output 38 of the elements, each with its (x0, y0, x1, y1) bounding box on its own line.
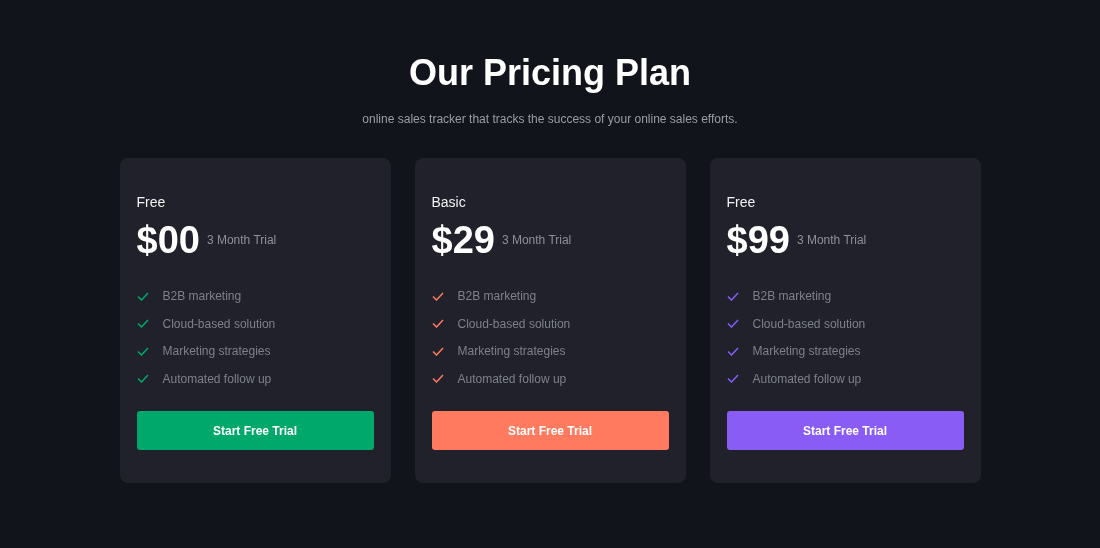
feature-text: Automated follow up (752, 370, 862, 387)
feature-text: Automated follow up (162, 370, 272, 387)
check-icon (136, 319, 149, 329)
feature-text: Automated follow up (457, 370, 567, 387)
check-icon (136, 346, 149, 356)
start-trial-button[interactable]: Start Free Trial (431, 411, 669, 450)
check-icon (431, 291, 444, 301)
plan-name: Free (136, 194, 167, 210)
check-icon (726, 346, 739, 356)
feature-text: Marketing strategies (162, 343, 271, 360)
start-trial-button[interactable]: Start Free Trial (726, 411, 964, 450)
plan-name: Basic (431, 194, 467, 210)
feature-text: Cloud-based solution (162, 315, 276, 332)
page-subtitle: online sales tracker that tracks the success of your online sales efforts. (362, 112, 738, 126)
feature-text: Marketing strategies (457, 343, 566, 360)
feature-text: Cloud-based solution (752, 315, 866, 332)
plan-name: Free (726, 194, 757, 210)
feature-text: B2B marketing (162, 288, 242, 305)
check-icon (726, 291, 739, 301)
feature-text: Marketing strategies (752, 343, 861, 360)
feature-text: B2B marketing (752, 288, 832, 305)
start-trial-button[interactable]: Start Free Trial (136, 411, 374, 450)
check-icon (431, 374, 444, 384)
plan-term: 3 Month Trial (501, 233, 572, 247)
check-icon (136, 374, 149, 384)
plan-price: $99 (726, 218, 790, 262)
check-icon (136, 291, 149, 301)
feature-text: B2B marketing (457, 288, 537, 305)
plan-price: $29 (431, 218, 495, 262)
check-icon (431, 319, 444, 329)
plan-term: 3 Month Trial (206, 233, 277, 247)
check-icon (431, 346, 444, 356)
page-title: Our Pricing Plan (408, 52, 692, 94)
plan-price: $00 (136, 218, 200, 262)
check-icon (726, 374, 739, 384)
feature-text: Cloud-based solution (457, 315, 571, 332)
plan-term: 3 Month Trial (796, 233, 867, 247)
check-icon (726, 319, 739, 329)
